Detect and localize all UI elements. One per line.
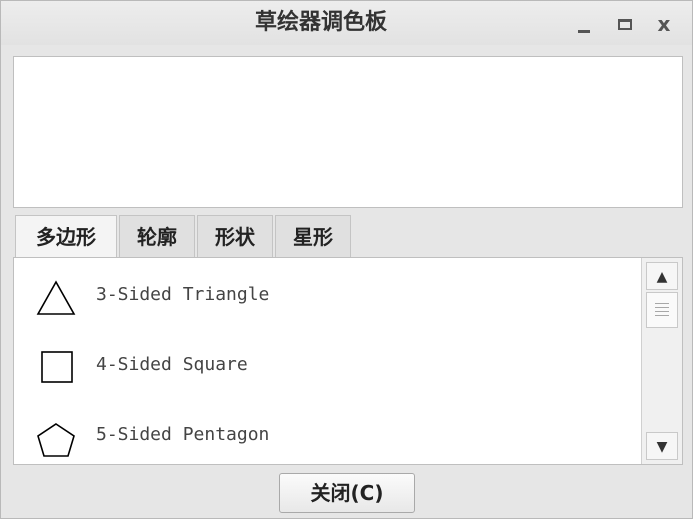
scroll-down-arrow-icon[interactable]: ▼ <box>646 432 678 460</box>
list-item-square[interactable]: 4-Sided Square <box>14 338 634 398</box>
list-item-label: 3-Sided Triangle <box>96 284 270 305</box>
list-item-triangle[interactable]: 3-Sided Triangle <box>14 268 634 328</box>
scroll-thumb[interactable] <box>646 292 678 328</box>
square-icon <box>41 351 73 383</box>
triangle-icon <box>36 280 76 315</box>
minimize-icon <box>578 30 590 33</box>
list-item-label: 5-Sided Pentagon <box>96 424 270 445</box>
tab-polygons[interactable]: 多边形 <box>15 215 117 259</box>
window-title: 草绘器调色板 <box>254 10 387 35</box>
grip-line <box>655 307 669 308</box>
shape-list: 3-Sided Triangle 4-Sided Square 5-Sided … <box>13 257 683 465</box>
list-item-pentagon[interactable]: 5-Sided Pentagon <box>14 408 634 464</box>
grip-line <box>655 311 669 312</box>
close-window-button[interactable]: x <box>651 11 677 37</box>
maximize-button[interactable] <box>613 11 639 37</box>
title-bar[interactable]: 草绘器调色板 x <box>1 1 692 45</box>
grip-line <box>655 303 669 304</box>
tab-profiles[interactable]: 轮廓 <box>119 215 195 257</box>
close-icon: x <box>657 12 671 36</box>
preview-area[interactable] <box>13 56 683 208</box>
close-button[interactable]: 关闭(C) <box>279 473 415 513</box>
pentagon-icon <box>37 423 75 457</box>
tab-stars[interactable]: 星形 <box>275 215 351 257</box>
grip-line <box>655 315 669 316</box>
sketcher-palette-window: 草绘器调色板 x 多边形 轮廓 形状 星形 3-Sided Triangle 4… <box>0 0 693 519</box>
vertical-scrollbar[interactable]: ▲ ▼ <box>641 258 682 464</box>
list-item-label: 4-Sided Square <box>96 354 248 375</box>
maximize-icon <box>618 19 632 30</box>
tab-shapes[interactable]: 形状 <box>197 215 273 257</box>
minimize-button[interactable] <box>571 11 597 37</box>
scroll-up-arrow-icon[interactable]: ▲ <box>646 262 678 290</box>
